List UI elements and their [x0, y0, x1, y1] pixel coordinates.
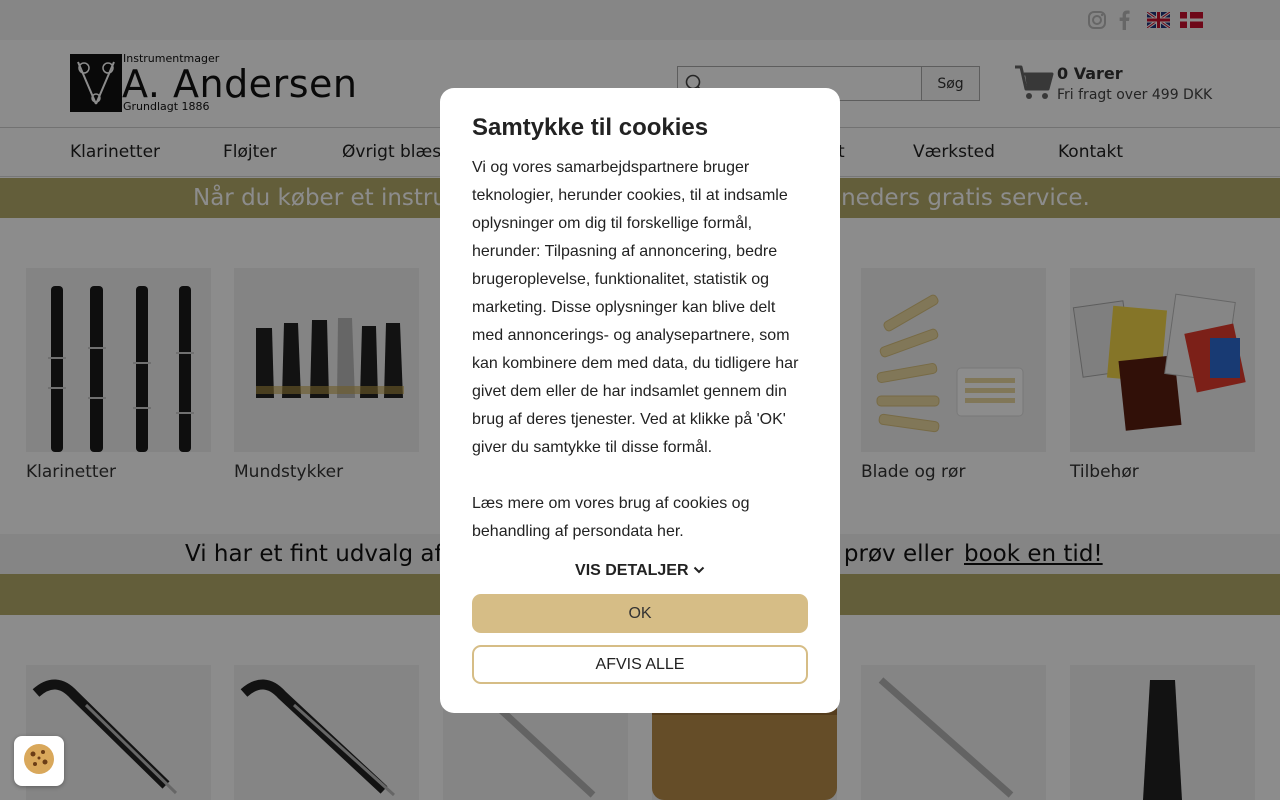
- cookie-dialog-more: Læs mere om vores brug af cookies og beh…: [472, 495, 750, 540]
- cookie-consent-dialog: Samtykke til cookies Vi og vores samarbe…: [440, 88, 840, 713]
- chevron-down-icon: [693, 562, 705, 579]
- cookie-icon: [22, 742, 56, 780]
- cookie-dialog-title: Samtykke til cookies: [472, 114, 709, 141]
- accept-cookies-button[interactable]: OK: [472, 594, 808, 633]
- show-details-toggle[interactable]: VIS DETALJER: [472, 562, 808, 580]
- cookie-dialog-body: Vi og vores samarbejdspartnere bruger te…: [472, 159, 799, 456]
- show-details-label: VIS DETALJER: [575, 562, 689, 579]
- cookie-settings-button[interactable]: [14, 736, 64, 786]
- reject-all-button[interactable]: AFVIS ALLE: [472, 645, 808, 684]
